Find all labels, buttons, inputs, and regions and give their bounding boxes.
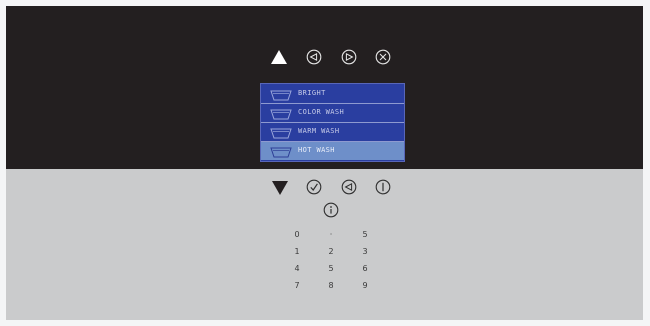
menu-item-hot-wash[interactable]: HOT WASH — [261, 142, 404, 160]
keypad-key[interactable]: 5 — [355, 230, 375, 239]
power-icon[interactable] — [375, 179, 391, 195]
keypad-key[interactable]: 0 — [287, 230, 307, 239]
menu-item-label: WARM WASH — [298, 127, 340, 135]
keypad-key[interactable]: 3 — [355, 247, 375, 256]
appliance-panel: BRIGHT COLOR WASH WARM WASH HOT WASH 0 ·… — [6, 6, 643, 320]
keypad-key[interactable]: 1 — [287, 247, 307, 256]
keypad-key[interactable]: · — [321, 230, 341, 239]
keypad-key[interactable]: 7 — [287, 281, 307, 290]
menu-item-label: HOT WASH — [298, 146, 335, 154]
keypad-key[interactable]: 9 — [355, 281, 375, 290]
up-arrow-icon[interactable] — [271, 50, 287, 64]
down-arrow-icon[interactable] — [272, 181, 288, 195]
right-arrow-icon[interactable] — [341, 49, 357, 65]
menu-item-color-wash[interactable]: COLOR WASH — [261, 104, 404, 122]
back-icon[interactable] — [341, 179, 357, 195]
keypad-key[interactable]: 2 — [321, 247, 341, 256]
keypad-key[interactable]: 8 — [321, 281, 341, 290]
menu-item-label: BRIGHT — [298, 89, 326, 97]
control-panel: 0 · 5 1 2 3 4 5 6 7 8 9 — [6, 169, 643, 320]
close-icon[interactable] — [375, 49, 391, 65]
menu-item-label: COLOR WASH — [298, 108, 345, 116]
keypad-key[interactable]: 5 — [321, 264, 341, 273]
menu-item-warm-wash[interactable]: WARM WASH — [261, 123, 404, 141]
display-area: BRIGHT COLOR WASH WARM WASH HOT WASH — [6, 6, 643, 169]
keypad-key[interactable]: 4 — [287, 264, 307, 273]
wash-program-menu: BRIGHT COLOR WASH WARM WASH HOT WASH — [260, 83, 405, 162]
wash-tub-icon — [270, 144, 292, 163]
check-icon[interactable] — [306, 179, 322, 195]
keypad-key[interactable]: 6 — [355, 264, 375, 273]
info-icon[interactable] — [323, 202, 339, 218]
menu-item-bright[interactable]: BRIGHT — [261, 85, 404, 103]
left-arrow-icon[interactable] — [306, 49, 322, 65]
